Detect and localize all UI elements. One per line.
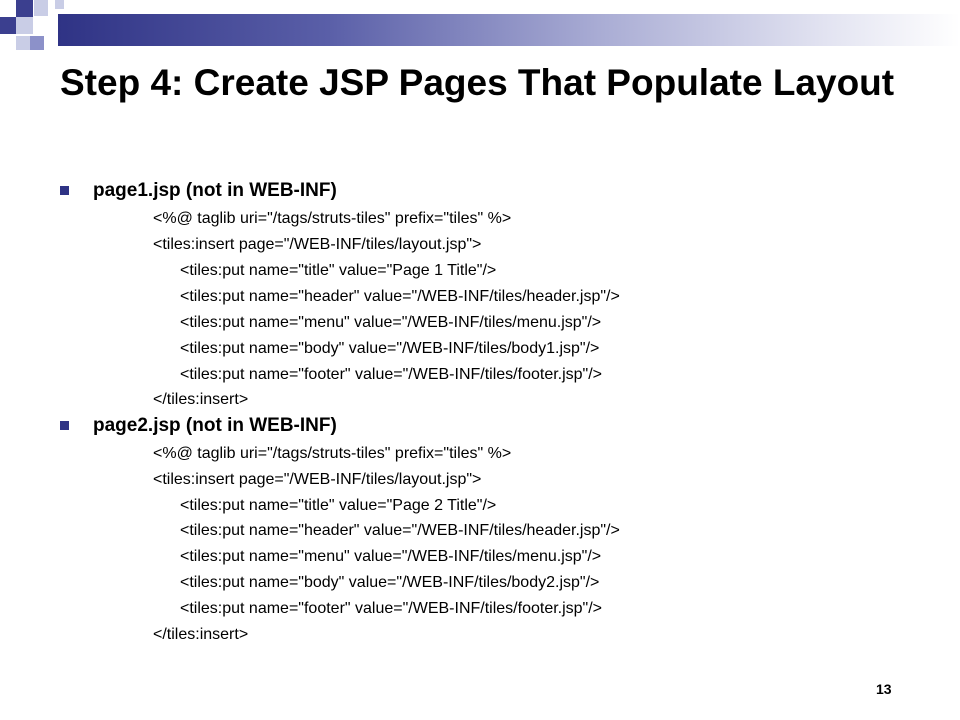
code-line: <tiles:insert page="/WEB-INF/tiles/layou… [153, 471, 482, 488]
code-line: </tiles:insert> [153, 626, 249, 643]
square-bullet-icon [60, 421, 69, 430]
code-line: <tiles:put name="title" value="Page 1 Ti… [180, 262, 497, 279]
bullet-heading: page1.jsp (not in WEB-INF) [93, 180, 337, 201]
code-line: <tiles:put name="header" value="/WEB-INF… [180, 522, 620, 539]
bullet-item-page1: page1.jsp (not in WEB-INF) [60, 178, 760, 204]
slide-title: Step 4: Create JSP Pages That Populate L… [60, 62, 895, 103]
code-line: <tiles:put name="footer" value="/WEB-INF… [180, 366, 603, 383]
code-line: <tiles:put name="footer" value="/WEB-INF… [180, 600, 603, 617]
corner-square-decoration [55, 0, 64, 9]
corner-square-decoration [34, 0, 48, 16]
code-line: <tiles:put name="menu" value="/WEB-INF/t… [180, 548, 602, 565]
bullet-item-page2: page2.jsp (not in WEB-INF) [60, 413, 760, 439]
code-line: <tiles:insert page="/WEB-INF/tiles/layou… [153, 236, 482, 253]
corner-square-decoration [0, 17, 16, 34]
code-line: </tiles:insert> [153, 391, 249, 408]
corner-square-decoration [16, 17, 33, 34]
header-gradient-bar [58, 14, 960, 46]
bullet-heading: page2.jsp (not in WEB-INF) [93, 415, 337, 436]
code-line: <%@ taglib uri="/tags/struts-tiles" pref… [153, 445, 512, 462]
corner-square-decoration [16, 0, 33, 17]
code-line: <%@ taglib uri="/tags/struts-tiles" pref… [153, 210, 512, 227]
slide: Step 4: Create JSP Pages That Populate L… [0, 0, 960, 720]
code-line: <tiles:put name="body" value="/WEB-INF/t… [180, 340, 600, 357]
corner-square-decoration [16, 36, 30, 50]
code-line: <tiles:put name="body" value="/WEB-INF/t… [180, 574, 600, 591]
code-line: <tiles:put name="menu" value="/WEB-INF/t… [180, 314, 602, 331]
code-line: <tiles:put name="header" value="/WEB-INF… [180, 288, 620, 305]
page-number: 13 [876, 681, 892, 697]
corner-square-decoration [30, 36, 44, 50]
square-bullet-icon [60, 186, 69, 195]
code-line: <tiles:put name="title" value="Page 2 Ti… [180, 497, 497, 514]
